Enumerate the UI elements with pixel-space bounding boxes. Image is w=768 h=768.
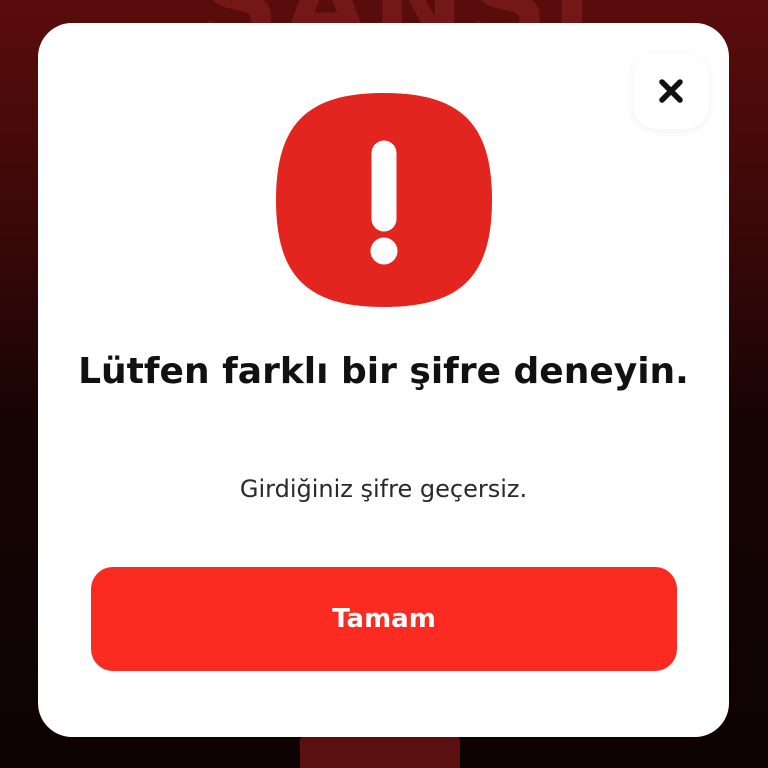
error-dialog: Lütfen farklı bir şifre deneyin. Girdiği… bbox=[38, 23, 729, 737]
ok-button[interactable]: Tamam bbox=[91, 567, 677, 671]
exclamation-alert-icon bbox=[276, 93, 492, 307]
dialog-title: Lütfen farklı bir şifre deneyin. bbox=[78, 351, 689, 392]
ok-button-label: Tamam bbox=[332, 604, 436, 634]
dialog-message: Girdiğiniz şifre geçersiz. bbox=[239, 475, 528, 503]
close-button[interactable] bbox=[633, 53, 709, 129]
background-decoration bbox=[300, 735, 460, 768]
close-icon bbox=[658, 78, 684, 104]
